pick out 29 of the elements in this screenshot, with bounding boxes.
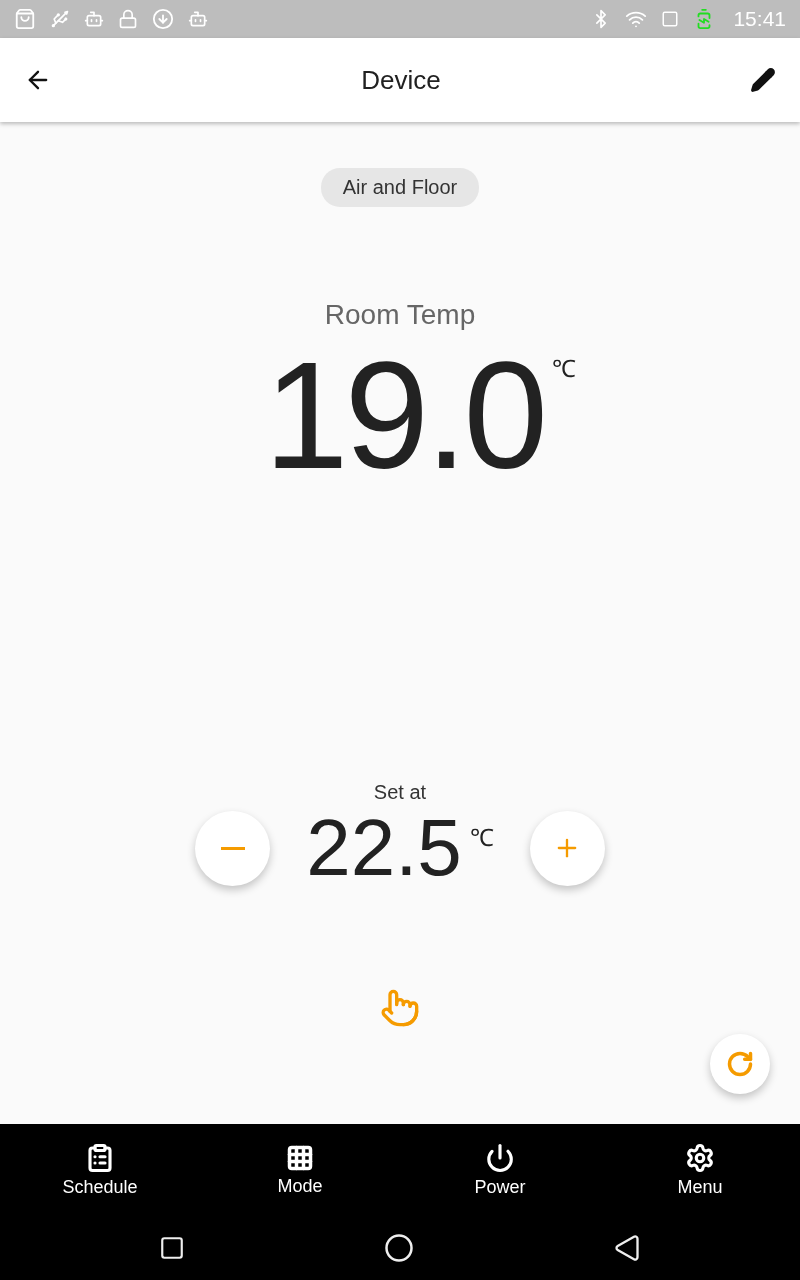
mode-chip: Air and Floor (320, 168, 480, 207)
download-icon (152, 8, 174, 30)
set-at-label: Set at (373, 781, 427, 804)
nav-tab[interactable]: Menu (640, 1141, 760, 1199)
android-icon (188, 9, 208, 29)
bag-icon (14, 8, 36, 30)
temperature-unit: ℃ (551, 354, 576, 384)
pencil-icon (750, 67, 776, 93)
room-temperature: 19.0 (264, 339, 544, 491)
nav-tab[interactable]: Schedule (40, 1141, 160, 1199)
clock-time: 15:41 (733, 7, 786, 31)
nav-tab[interactable]: Power (440, 1141, 560, 1199)
setpoint-value: 22.5 (306, 808, 462, 888)
power-icon (485, 1142, 515, 1173)
settings-icon (685, 1142, 715, 1173)
nav-tab[interactable]: Mode (240, 1142, 360, 1198)
lock-icon (118, 9, 138, 29)
home-icon[interactable] (384, 1233, 414, 1263)
usb-icon (50, 9, 70, 29)
minus-icon (220, 846, 245, 850)
refresh-icon (726, 1050, 754, 1078)
screen-title: Device (361, 64, 441, 96)
setpoint-unit: ℃ (469, 823, 494, 853)
back-icon[interactable] (612, 1234, 641, 1262)
clipboard-icon (85, 1142, 115, 1173)
recents-icon[interactable] (159, 1235, 186, 1261)
room-temp-label: Room Temp (324, 299, 476, 331)
grid-icon (286, 1143, 314, 1172)
hand-icon (380, 988, 420, 1028)
